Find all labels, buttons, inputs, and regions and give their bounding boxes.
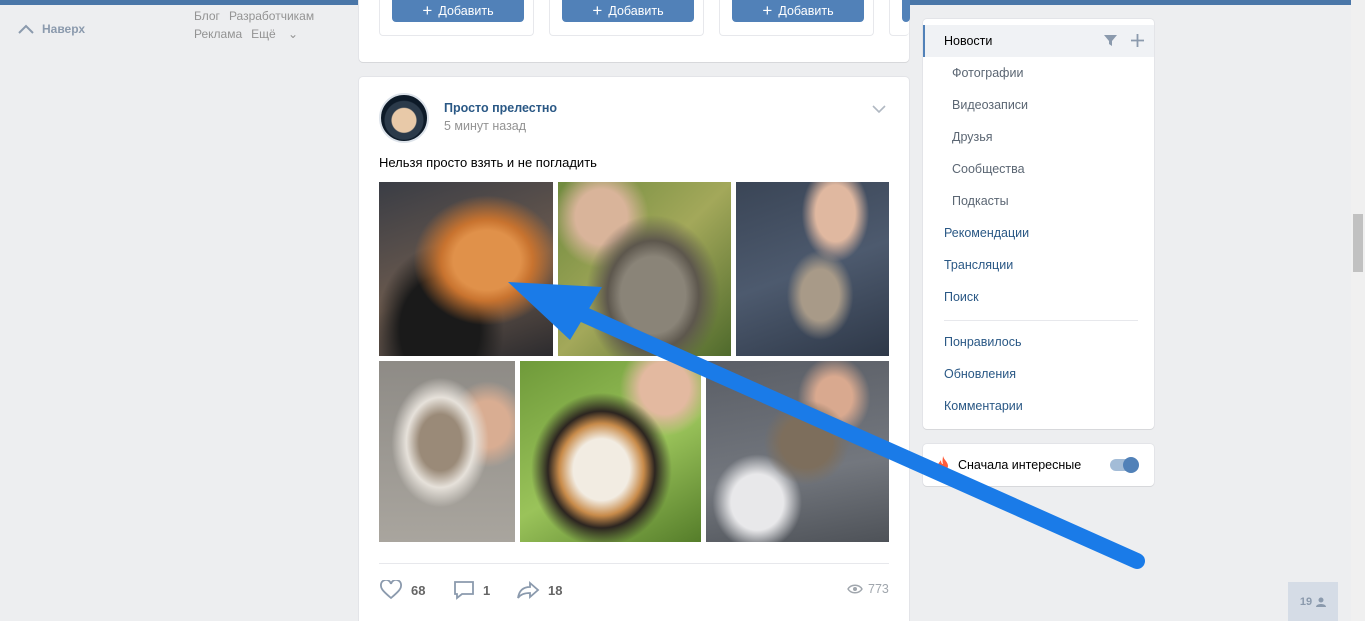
interest-first-label: Сначала интересные — [958, 458, 1082, 472]
menu-item-recommendations[interactable]: Рекомендации — [923, 217, 1154, 249]
add-button[interactable]: + Добавить — [392, 0, 524, 22]
add-button-label: Добавить — [778, 4, 834, 18]
heart-icon — [380, 580, 402, 600]
chevron-up-icon — [18, 24, 34, 34]
post-photo-1[interactable] — [379, 182, 553, 356]
menu-divider — [944, 320, 1138, 321]
menu-item-liked[interactable]: Понравилось — [923, 326, 1154, 358]
footer-link-more[interactable]: Ещё ⌄ — [251, 27, 307, 41]
plus-icon: + — [592, 1, 603, 20]
menu-item-updates[interactable]: Обновления — [923, 358, 1154, 390]
add-button-partial[interactable] — [902, 0, 910, 22]
suggestion-item: + Добавить — [379, 0, 534, 36]
views-counter: 773 — [847, 582, 889, 596]
chevron-down-icon: ⌄ — [288, 27, 299, 41]
post-photo-4[interactable] — [379, 361, 515, 542]
post-photo-5[interactable] — [520, 361, 701, 542]
toggle-knob — [1123, 457, 1139, 473]
like-button[interactable]: 68 — [379, 580, 425, 600]
plus-icon: + — [762, 1, 773, 20]
suggested-communities-card: + Добавить + Добавить + Добавить — [359, 0, 910, 62]
feed-post: Просто прелестно 5 минут назад Нельзя пр… — [359, 77, 909, 621]
comment-count: 1 — [483, 582, 491, 598]
post-photo-3[interactable] — [736, 182, 889, 356]
share-icon — [517, 581, 540, 599]
footer-link-developers[interactable]: Разработчикам — [229, 9, 314, 23]
footer-link-more-label: Ещё — [251, 27, 276, 41]
add-button-label: Добавить — [438, 4, 494, 18]
interest-first-toggle[interactable] — [1110, 457, 1139, 473]
fire-icon — [938, 456, 948, 471]
eye-icon — [847, 584, 863, 594]
filter-icon[interactable] — [1104, 34, 1117, 47]
interest-first-card: Сначала интересные — [923, 444, 1154, 486]
menu-item-search[interactable]: Поиск — [923, 281, 1154, 313]
post-menu-chevron-icon[interactable] — [871, 101, 887, 118]
scroll-up-button[interactable]: Наверх — [18, 22, 85, 36]
suggestion-item: + Добавить — [719, 0, 874, 36]
scrollbar-thumb[interactable] — [1353, 214, 1363, 272]
post-photo-2[interactable] — [558, 182, 731, 356]
post-actions-bar: 68 1 18 773 — [379, 563, 889, 615]
plus-icon: + — [422, 1, 433, 20]
menu-item-communities[interactable]: Сообщества — [923, 153, 1154, 185]
post-photo-6[interactable] — [706, 361, 889, 542]
footer-links: Блог Разработчикам Реклама Ещё ⌄ — [194, 7, 323, 43]
add-button-label: Добавить — [608, 4, 664, 18]
plus-icon[interactable] — [1131, 34, 1144, 47]
menu-item-friends[interactable]: Друзья — [923, 121, 1154, 153]
scroll-up-label: Наверх — [42, 22, 86, 36]
suggestion-item: + Добавить — [549, 0, 704, 36]
like-count: 68 — [411, 582, 426, 598]
menu-item-comments[interactable]: Комментарии — [923, 390, 1154, 422]
post-author[interactable]: Просто прелестно — [444, 101, 557, 115]
share-count: 18 — [548, 582, 563, 598]
footer-link-ads[interactable]: Реклама — [194, 27, 242, 41]
menu-item-news[interactable]: Новости — [923, 25, 1154, 57]
footer-link-blog[interactable]: Блог — [194, 9, 220, 23]
post-time[interactable]: 5 минут назад — [444, 119, 526, 133]
feed-filter-menu: Новости Фотографии Видеозаписи Друзья Со… — [923, 19, 1154, 429]
views-count: 773 — [868, 582, 889, 596]
user-icon — [1316, 597, 1327, 607]
add-button[interactable]: + Добавить — [562, 0, 694, 22]
comment-icon — [454, 581, 474, 600]
online-count: 19 — [1299, 595, 1313, 608]
post-text: Нельзя просто взять и не погладить — [379, 155, 597, 170]
avatar[interactable] — [379, 93, 429, 143]
suggestion-item-partial — [889, 0, 910, 36]
menu-item-news-label: Новости — [944, 34, 993, 48]
menu-item-broadcasts[interactable]: Трансляции — [923, 249, 1154, 281]
page-scrollbar[interactable] — [1351, 0, 1365, 621]
online-friends-button[interactable]: 19 — [1288, 582, 1338, 621]
comment-button[interactable]: 1 — [453, 580, 490, 600]
share-button[interactable]: 18 — [516, 580, 562, 600]
menu-item-videos[interactable]: Видеозаписи — [923, 89, 1154, 121]
add-button[interactable]: + Добавить — [732, 0, 864, 22]
menu-item-podcasts[interactable]: Подкасты — [923, 185, 1154, 217]
menu-item-photos[interactable]: Фотографии — [923, 57, 1154, 89]
